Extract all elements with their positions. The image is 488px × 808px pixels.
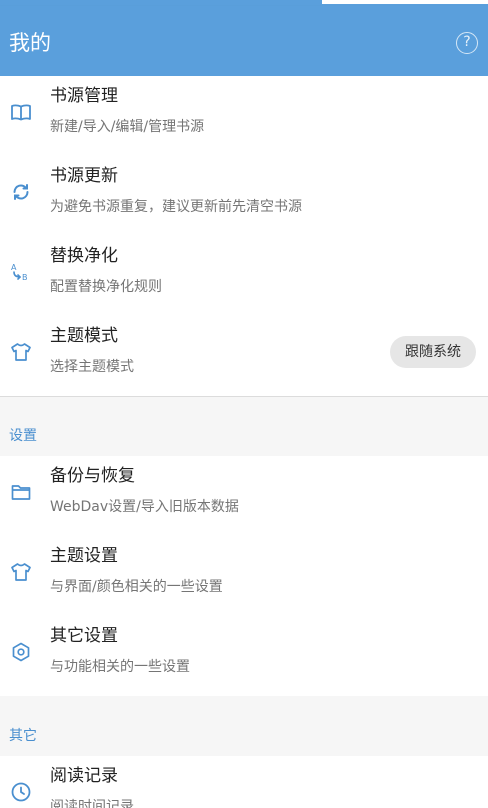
item-title: 主题设置 bbox=[50, 546, 118, 566]
item-subtitle: 阅读时间记录 bbox=[50, 799, 134, 808]
item-backup-restore[interactable]: 备份与恢复 WebDav设置/导入旧版本数据 bbox=[0, 456, 488, 536]
item-subtitle: 与功能相关的一些设置 bbox=[50, 659, 190, 675]
status-bar-strip bbox=[322, 0, 488, 4]
item-title: 替换净化 bbox=[50, 246, 118, 266]
item-reading-record[interactable]: 阅读记录 阅读时间记录 bbox=[0, 756, 488, 808]
item-title: 书源管理 bbox=[50, 86, 118, 106]
svg-text:A: A bbox=[11, 263, 17, 272]
item-theme-mode[interactable]: 主题模式 选择主题模式 跟随系统 bbox=[0, 316, 488, 396]
item-subtitle: 新建/导入/编辑/管理书源 bbox=[50, 119, 205, 135]
clock-icon bbox=[10, 781, 32, 803]
divider bbox=[0, 396, 488, 397]
item-theme-settings[interactable]: 主题设置 与界面/颜色相关的一些设置 bbox=[0, 536, 488, 616]
item-subtitle: 配置替换净化规则 bbox=[50, 279, 162, 295]
item-title: 主题模式 bbox=[50, 326, 118, 346]
page-title: 我的 bbox=[9, 31, 51, 55]
tshirt-icon bbox=[10, 561, 32, 583]
main-items-group: 书源管理 新建/导入/编辑/管理书源 书源更新 为避免书源重复，建议更新前先清空… bbox=[0, 76, 488, 396]
settings-group: 备份与恢复 WebDav设置/导入旧版本数据 主题设置 与界面/颜色相关的一些设… bbox=[0, 456, 488, 696]
item-book-source-management[interactable]: 书源管理 新建/导入/编辑/管理书源 bbox=[0, 76, 488, 156]
item-title: 备份与恢复 bbox=[50, 466, 135, 486]
replace-ab-icon: A B bbox=[10, 261, 32, 283]
theme-mode-chip[interactable]: 跟随系统 bbox=[390, 336, 476, 368]
hexagon-settings-icon bbox=[10, 641, 32, 663]
app-bar: 我的 ? bbox=[0, 6, 488, 76]
item-book-source-update[interactable]: 书源更新 为避免书源重复，建议更新前先清空书源 bbox=[0, 156, 488, 236]
section-header-settings: 设置 bbox=[9, 428, 37, 444]
item-subtitle: 选择主题模式 bbox=[50, 359, 134, 375]
sync-icon bbox=[10, 181, 32, 203]
tshirt-icon bbox=[10, 341, 32, 363]
item-subtitle: WebDav设置/导入旧版本数据 bbox=[50, 499, 239, 515]
other-group: 阅读记录 阅读时间记录 bbox=[0, 756, 488, 808]
item-title: 其它设置 bbox=[50, 626, 118, 646]
item-other-settings[interactable]: 其它设置 与功能相关的一些设置 bbox=[0, 616, 488, 696]
item-replace-purify[interactable]: A B 替换净化 配置替换净化规则 bbox=[0, 236, 488, 316]
item-subtitle: 为避免书源重复，建议更新前先清空书源 bbox=[50, 199, 302, 215]
section-header-other: 其它 bbox=[9, 728, 37, 744]
item-title: 阅读记录 bbox=[50, 766, 118, 786]
folder-icon bbox=[10, 481, 32, 503]
item-subtitle: 与界面/颜色相关的一些设置 bbox=[50, 579, 223, 595]
item-title: 书源更新 bbox=[50, 166, 118, 186]
book-open-icon bbox=[10, 101, 32, 123]
help-icon[interactable]: ? bbox=[456, 32, 478, 54]
svg-text:B: B bbox=[22, 273, 28, 282]
